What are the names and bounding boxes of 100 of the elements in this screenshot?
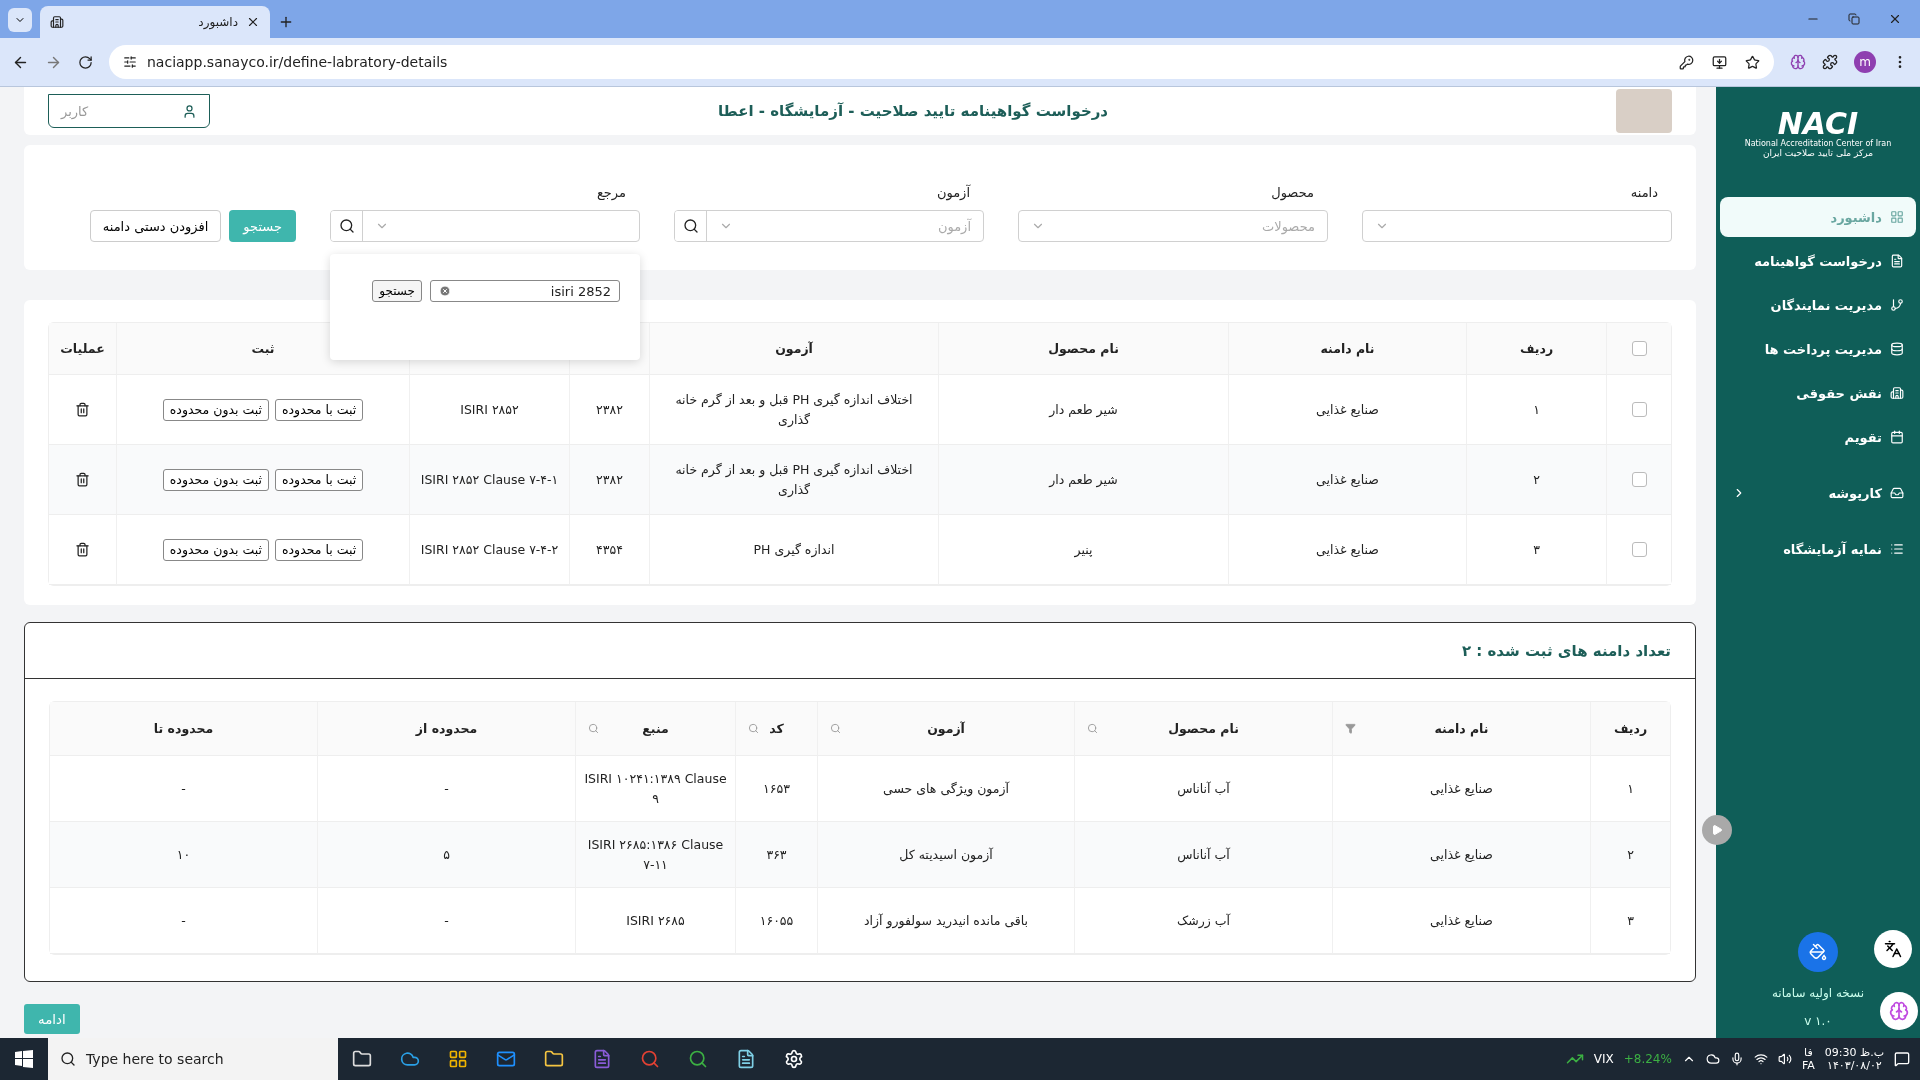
table-cell: ISIRI ۲۸۵۲ Clause ۷-۴-۱: [409, 445, 569, 515]
site-settings-icon[interactable]: [123, 55, 137, 69]
checkbox[interactable]: [1631, 402, 1647, 417]
checkbox[interactable]: [1631, 472, 1647, 487]
reload-icon[interactable]: [78, 54, 93, 70]
table-cell: صنایع غذایی: [1332, 756, 1590, 822]
browser-tab[interactable]: داشبورد: [40, 6, 270, 38]
table-cell: صنایع غذایی: [1332, 822, 1590, 888]
select-field[interactable]: [330, 210, 640, 242]
column-header: عملیات: [49, 323, 116, 375]
column-header: نام دامنه: [1332, 702, 1590, 756]
install-icon[interactable]: [1712, 54, 1727, 70]
select-field[interactable]: [1362, 210, 1672, 242]
table-cell: اندازه گیری PH: [649, 515, 938, 585]
clear-icon[interactable]: [439, 285, 451, 297]
close-icon[interactable]: [246, 15, 260, 29]
register-button[interactable]: ثبت بدون محدوده: [162, 538, 269, 561]
photo-placeholder: [1616, 89, 1672, 133]
register-button[interactable]: ثبت با محدوده: [275, 398, 364, 421]
table-cell: شیر طعم دار: [938, 445, 1228, 515]
add-domain-button[interactable]: افزودن دستی دامنه: [89, 210, 222, 242]
column-header: نام محصول: [1074, 702, 1332, 756]
table-cell: ۲: [1590, 822, 1670, 888]
table-cell: ۳: [1590, 888, 1670, 954]
address-field[interactable]: naciapp.sanayco.ir/define-labratory-details: [109, 45, 1774, 79]
table-cell: ۳۶۳: [735, 822, 817, 888]
search-button[interactable]: [331, 211, 363, 241]
table-cell: آب آناناس: [1074, 822, 1332, 888]
delete-icon[interactable]: [75, 402, 90, 417]
table-cell: شیر طعم دار: [938, 375, 1228, 445]
search-button[interactable]: [675, 211, 707, 241]
sidebar-item[interactable]: نقش حقوقی: [1720, 373, 1916, 413]
new-tab-icon[interactable]: [278, 14, 294, 30]
play-icon: [1711, 824, 1723, 836]
collapse-button[interactable]: [1702, 815, 1732, 845]
column-header: کد: [735, 702, 817, 756]
restore-icon[interactable]: [1848, 13, 1860, 25]
site-icon: [50, 15, 64, 29]
table-cell: آب زرشک: [1074, 888, 1332, 954]
table-cell: ISIRI ۲۶۸۵: [575, 888, 735, 954]
register-button[interactable]: ثبت با محدوده: [275, 538, 364, 561]
notification-icon[interactable]: [1894, 1051, 1910, 1067]
page-title: درخواست گواهینامه تایید صلاحیت - آزمایشگاه - اعطا: [716, 102, 1110, 120]
menu-item-icon: [1890, 298, 1904, 312]
ticker-name: VIX: [1593, 1052, 1614, 1066]
sidebar-item[interactable]: درخواست گواهینامه: [1720, 241, 1916, 281]
microphone-icon[interactable]: [1729, 1052, 1744, 1066]
column-header: نام دامنه: [1228, 323, 1466, 375]
language-indicator[interactable]: فا: [1804, 1046, 1813, 1059]
checkbox[interactable]: [1631, 341, 1647, 356]
assistant-button[interactable]: [1880, 992, 1918, 1030]
sidebar-item[interactable]: تقویم: [1720, 417, 1916, 457]
wifi-icon[interactable]: [1753, 1052, 1768, 1066]
key-icon[interactable]: [1679, 54, 1694, 70]
field-label: دامنه: [1629, 185, 1659, 200]
cloud-icon[interactable]: [1705, 1052, 1720, 1066]
register-button[interactable]: ثبت بدون محدوده: [162, 468, 269, 491]
translate-button[interactable]: [1874, 930, 1912, 968]
menu-item-icon: [1890, 386, 1904, 400]
user-icon: [182, 103, 197, 119]
filter-icon[interactable]: [1345, 723, 1356, 734]
close-icon[interactable]: [1888, 12, 1902, 26]
table-cell: ISIRI ۲۸۵۲: [409, 375, 569, 445]
search-icon: [60, 1051, 76, 1067]
clock-time: ب.ظ 09:30: [1824, 1046, 1884, 1059]
volume-icon[interactable]: [1777, 1052, 1792, 1066]
table-cell: آب آناناس: [1074, 756, 1332, 822]
windows-icon[interactable]: [15, 1050, 33, 1068]
brain-icon: [1889, 1001, 1909, 1021]
sidebar-item[interactable]: کارپوشه: [1720, 473, 1916, 513]
sidebar-item[interactable]: نمایه آزمایشگاه: [1720, 529, 1916, 569]
table-cell: صنایع غذایی: [1228, 445, 1466, 515]
profile-avatar[interactable]: m: [1854, 51, 1876, 73]
sidebar-item[interactable]: مدیریت پرداخت ها: [1720, 329, 1916, 369]
register-button[interactable]: ثبت با محدوده: [275, 468, 364, 491]
table-cell: اختلاف اندازه گیری PH قبل و بعد از گرم خانه گذاری: [649, 445, 938, 515]
star-icon[interactable]: [1745, 54, 1760, 70]
delete-icon[interactable]: [75, 472, 90, 487]
extension-icon[interactable]: [1790, 54, 1806, 70]
extensions-icon[interactable]: [1822, 54, 1838, 70]
popup-search-button[interactable]: جستجو: [372, 280, 422, 302]
delete-icon[interactable]: [75, 542, 90, 557]
language-code[interactable]: FA: [1801, 1059, 1815, 1072]
table-cell: ISIRI ۲۶۸۵:۱۳۸۶ Clause ۷-۱۱: [575, 822, 735, 888]
tab-list-button[interactable]: [8, 8, 32, 32]
theme-button[interactable]: [1798, 932, 1838, 972]
table-cell: پنیر: [938, 515, 1228, 585]
search-input[interactable]: isiri 2852: [430, 280, 620, 302]
table-cell: ۱۰: [50, 822, 317, 888]
taskbar-search-field[interactable]: Type here to search: [48, 1038, 338, 1080]
table-cell: ۱: [1590, 756, 1670, 822]
sidebar-item[interactable]: مدیریت نمایندگان: [1720, 285, 1916, 325]
register-button[interactable]: ثبت بدون محدوده: [162, 398, 269, 421]
table-cell: ۵: [317, 822, 575, 888]
table-cell: ISIRI ۱۰۲۴۱:۱۳۸۹ Clause ۹: [575, 756, 735, 822]
checkbox[interactable]: [1631, 542, 1647, 557]
table-cell: -: [317, 756, 575, 822]
field-label: مرجع: [595, 185, 627, 200]
menu-item-icon: [1890, 254, 1904, 268]
field-label: محصول: [1270, 185, 1315, 200]
